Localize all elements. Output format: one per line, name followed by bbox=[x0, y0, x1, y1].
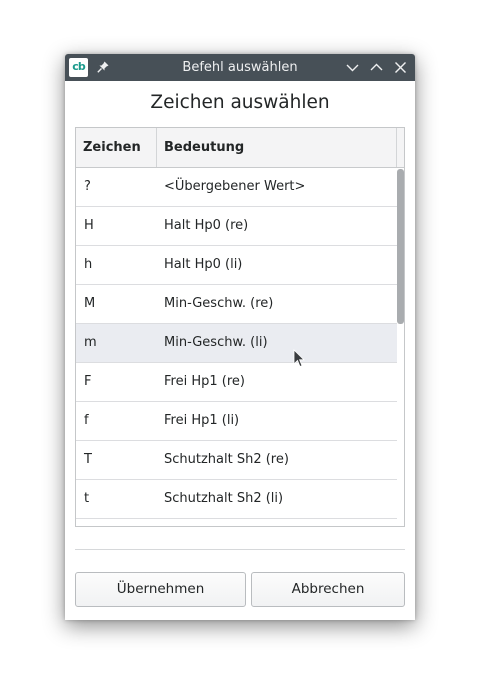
cell-zeichen: T bbox=[84, 452, 92, 467]
table-row-hovered[interactable]: m Min-Geschw. (li) bbox=[76, 324, 397, 363]
cell-zeichen: t bbox=[84, 491, 90, 506]
cell-bedeutung: Frei Hp1 (li) bbox=[164, 413, 240, 428]
separator bbox=[75, 549, 405, 550]
symbol-table: Zeichen Bedeutung ? <Übergebener Wert> H… bbox=[75, 127, 405, 527]
table-header: Zeichen Bedeutung bbox=[76, 128, 404, 168]
table-row[interactable]: ? <Übergebener Wert> bbox=[76, 168, 397, 207]
app-logo-glyph: cb bbox=[72, 60, 85, 73]
cell-zeichen: f bbox=[84, 413, 89, 428]
table-row[interactable]: f Frei Hp1 (li) bbox=[76, 402, 397, 441]
apply-button[interactable]: Übernehmen bbox=[75, 572, 246, 607]
cell-zeichen: ? bbox=[84, 179, 91, 194]
cell-zeichen: H bbox=[84, 218, 94, 233]
cell-zeichen: m bbox=[84, 335, 97, 350]
column-header-bedeutung[interactable]: Bedeutung bbox=[157, 128, 397, 167]
scrollbar-handle[interactable] bbox=[397, 169, 404, 324]
table-body: ? <Übergebener Wert> H Halt Hp0 (re) h H… bbox=[76, 168, 397, 526]
table-row-partial[interactable] bbox=[76, 519, 397, 526]
chevron-down-icon[interactable] bbox=[344, 59, 361, 76]
cell-bedeutung: Min-Geschw. (re) bbox=[164, 296, 274, 311]
cell-bedeutung: Schutzhalt Sh2 (re) bbox=[164, 452, 289, 467]
cancel-button[interactable]: Abbrechen bbox=[251, 572, 405, 607]
table-row[interactable]: T Schutzhalt Sh2 (re) bbox=[76, 441, 397, 480]
window-title: Befehl auswählen bbox=[182, 60, 298, 75]
cell-zeichen: M bbox=[84, 296, 96, 311]
cell-zeichen: F bbox=[84, 374, 92, 389]
vertical-scrollbar[interactable] bbox=[397, 168, 404, 526]
cell-bedeutung: Min-Geschw. (li) bbox=[164, 335, 268, 350]
title-bar[interactable]: cb Befehl auswählen bbox=[65, 54, 415, 81]
dialog-window: cb Befehl auswählen Zeichen auswählen Ze… bbox=[65, 54, 415, 620]
mouse-cursor-icon bbox=[293, 349, 305, 368]
table-row[interactable]: M Min-Geschw. (re) bbox=[76, 285, 397, 324]
table-row[interactable]: t Schutzhalt Sh2 (li) bbox=[76, 480, 397, 519]
cell-bedeutung: Frei Hp1 (re) bbox=[164, 374, 245, 389]
cell-bedeutung: Schutzhalt Sh2 (li) bbox=[164, 491, 284, 506]
close-icon[interactable] bbox=[392, 59, 409, 76]
dialog-heading: Zeichen auswählen bbox=[150, 92, 330, 113]
app-icon[interactable]: cb bbox=[69, 58, 88, 77]
cell-bedeutung: Halt Hp0 (li) bbox=[164, 257, 243, 272]
chevron-up-icon[interactable] bbox=[368, 59, 385, 76]
table-row[interactable]: H Halt Hp0 (re) bbox=[76, 207, 397, 246]
cell-bedeutung: <Übergebener Wert> bbox=[164, 179, 306, 194]
cell-bedeutung: Halt Hp0 (re) bbox=[164, 218, 249, 233]
table-row[interactable]: h Halt Hp0 (li) bbox=[76, 246, 397, 285]
cell-zeichen: h bbox=[84, 257, 93, 272]
table-row[interactable]: F Frei Hp1 (re) bbox=[76, 363, 397, 402]
pin-icon[interactable] bbox=[96, 60, 110, 74]
column-header-zeichen[interactable]: Zeichen bbox=[76, 128, 157, 167]
